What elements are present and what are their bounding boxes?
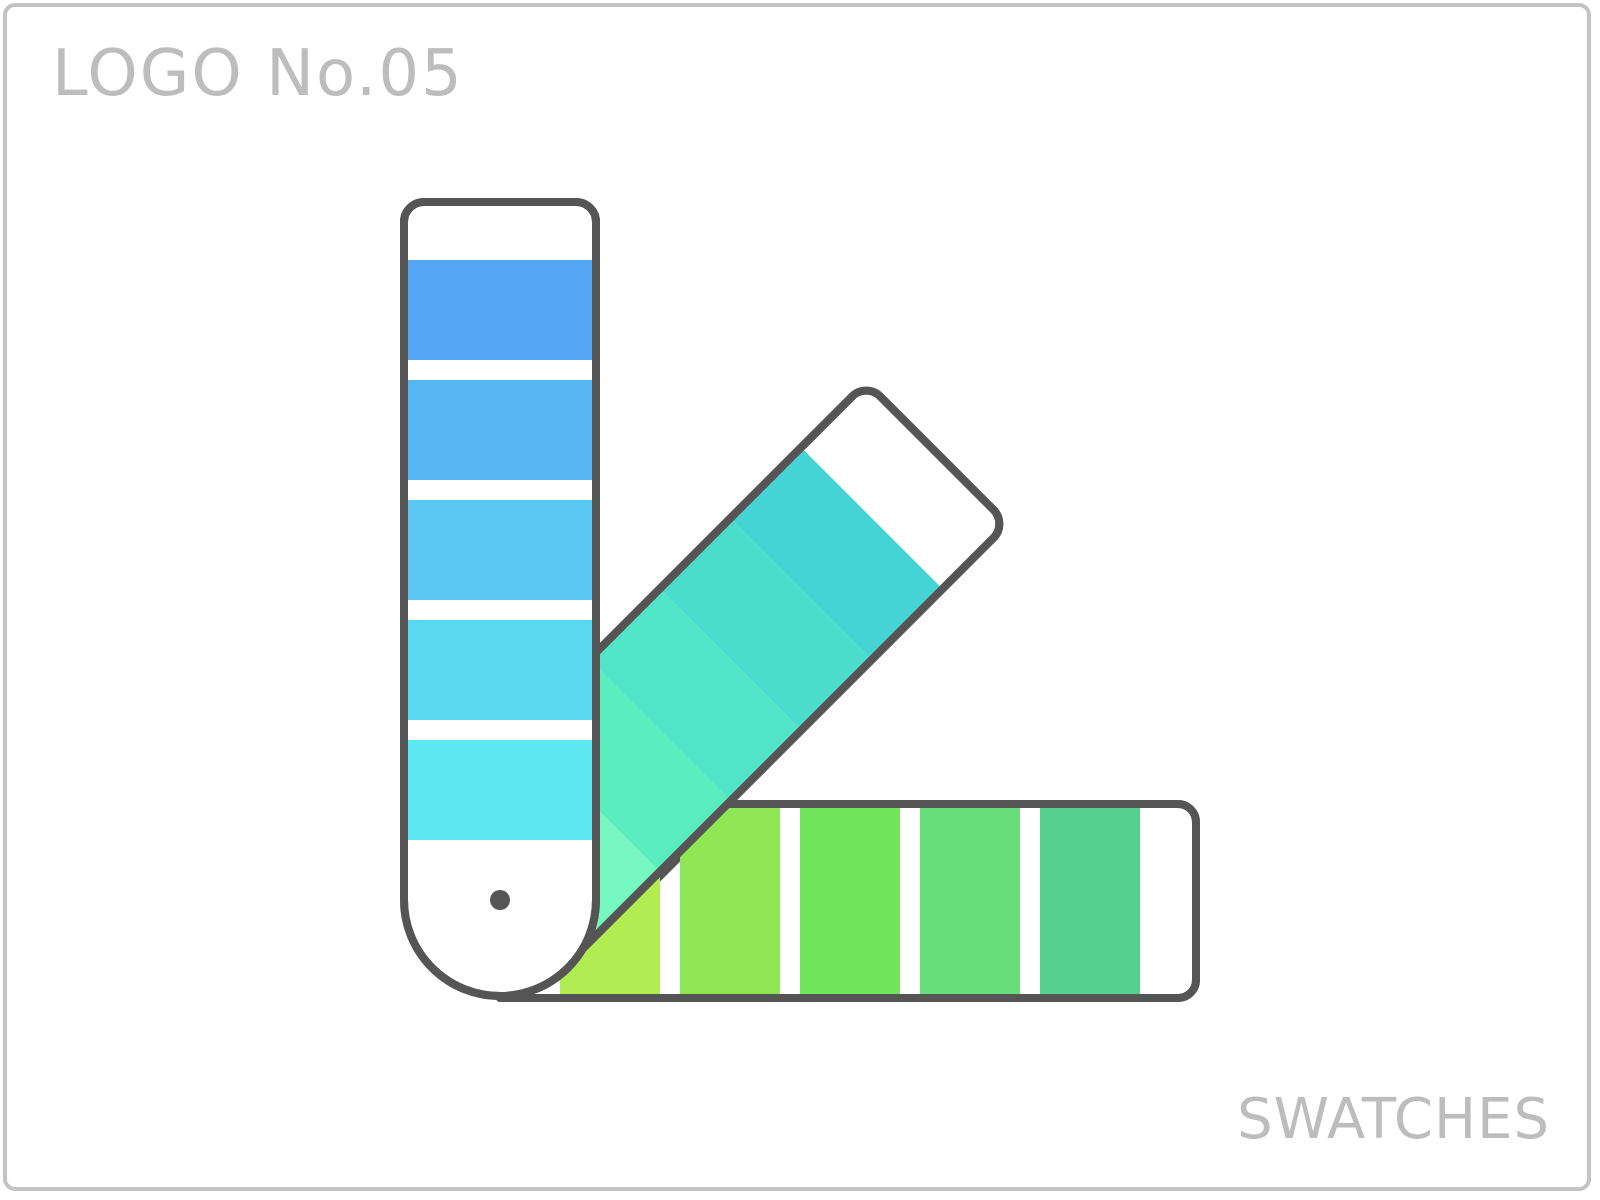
pivot-rivet-icon (490, 890, 510, 910)
caption: SWATCHES (1237, 1087, 1550, 1152)
vertical-swatch (408, 620, 592, 720)
horizontal-swatch (920, 808, 1020, 994)
vertical-swatch-strip (400, 198, 600, 1000)
vertical-swatch (408, 380, 592, 480)
horizontal-swatch (800, 808, 900, 994)
vertical-swatch (408, 740, 592, 840)
vertical-swatch (408, 260, 592, 360)
horizontal-swatch (1040, 808, 1140, 994)
color-swatches-icon (400, 198, 1200, 1002)
vertical-swatch (408, 500, 592, 600)
